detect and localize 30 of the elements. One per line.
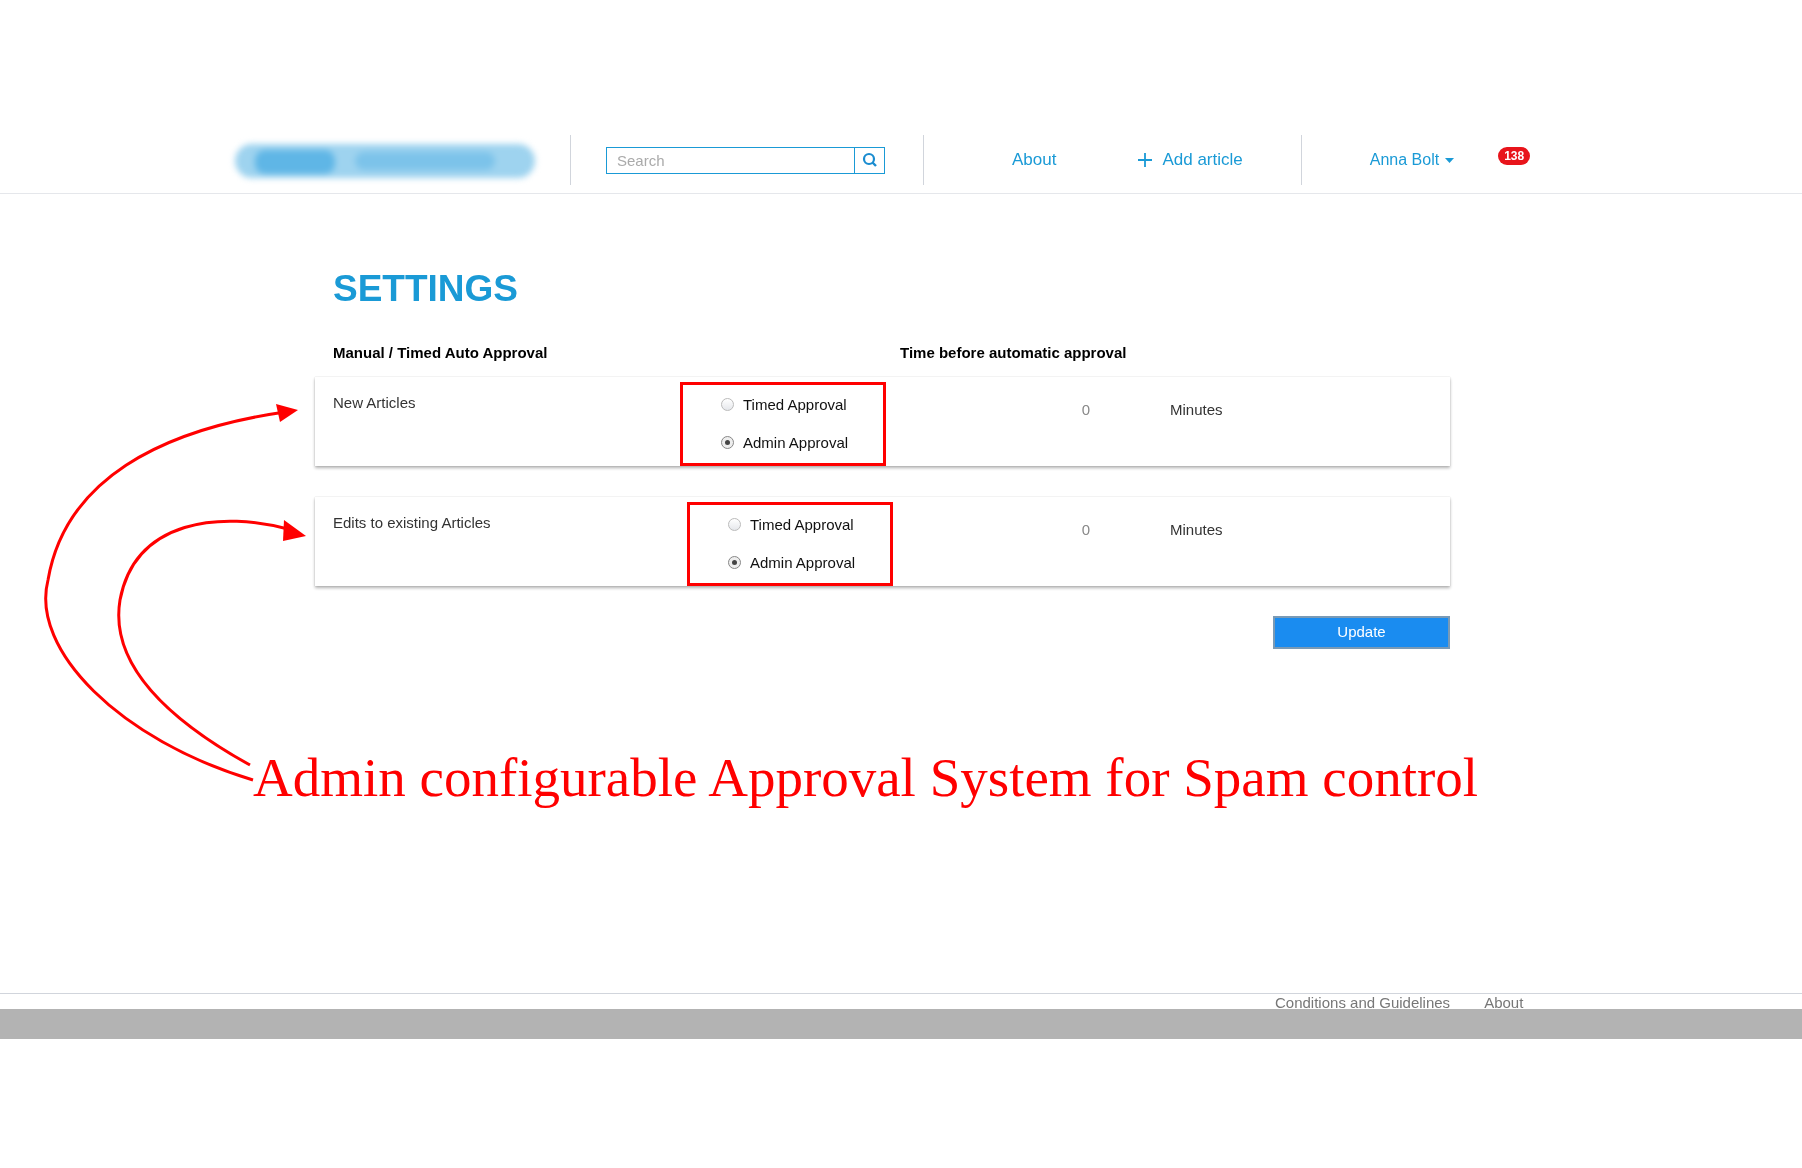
radio-label[interactable]: Admin Approval bbox=[750, 553, 856, 572]
unit-label: Minutes bbox=[1170, 519, 1223, 540]
notification-badge[interactable]: 138 bbox=[1498, 147, 1531, 165]
unit-label: Minutes bbox=[1170, 399, 1223, 420]
add-article-link[interactable]: Add article bbox=[1138, 147, 1243, 173]
search-field[interactable]: Search bbox=[606, 146, 855, 174]
search-button[interactable] bbox=[855, 146, 885, 174]
radio-label[interactable]: Timed Approval bbox=[750, 515, 854, 534]
page-title: SETTINGS bbox=[332, 267, 520, 309]
user-menu[interactable]: Anna Bolt bbox=[1369, 148, 1455, 172]
row-label: Edits to existing Articles bbox=[333, 513, 491, 531]
radio-button[interactable] bbox=[728, 518, 741, 531]
nav-link[interactable]: About bbox=[1012, 147, 1057, 173]
footer-link[interactable]: About bbox=[1484, 994, 1524, 1011]
minutes-input[interactable]: 0 bbox=[1076, 518, 1096, 541]
radio-label[interactable]: Admin Approval bbox=[743, 433, 849, 452]
radio-button[interactable] bbox=[721, 398, 734, 411]
column-header: Time before automatic approval bbox=[900, 343, 1127, 363]
row-label: New Articles bbox=[333, 393, 416, 411]
footer-link[interactable]: Conditions and Guidelines bbox=[1275, 994, 1451, 1011]
annotation-text: Admin configurable Approval System for Spam control bbox=[253, 746, 1479, 810]
column-header: Manual / Timed Auto Approval bbox=[333, 343, 549, 363]
caret-icon bbox=[1445, 157, 1455, 163]
search-icon bbox=[861, 152, 878, 168]
plus-icon bbox=[1138, 153, 1153, 167]
radio-label[interactable]: Timed Approval bbox=[743, 395, 847, 414]
radio-button[interactable] bbox=[728, 556, 741, 569]
update-button[interactable]: Update bbox=[1273, 615, 1450, 649]
radio-button[interactable] bbox=[721, 436, 734, 449]
minutes-input[interactable]: 0 bbox=[1076, 398, 1096, 421]
